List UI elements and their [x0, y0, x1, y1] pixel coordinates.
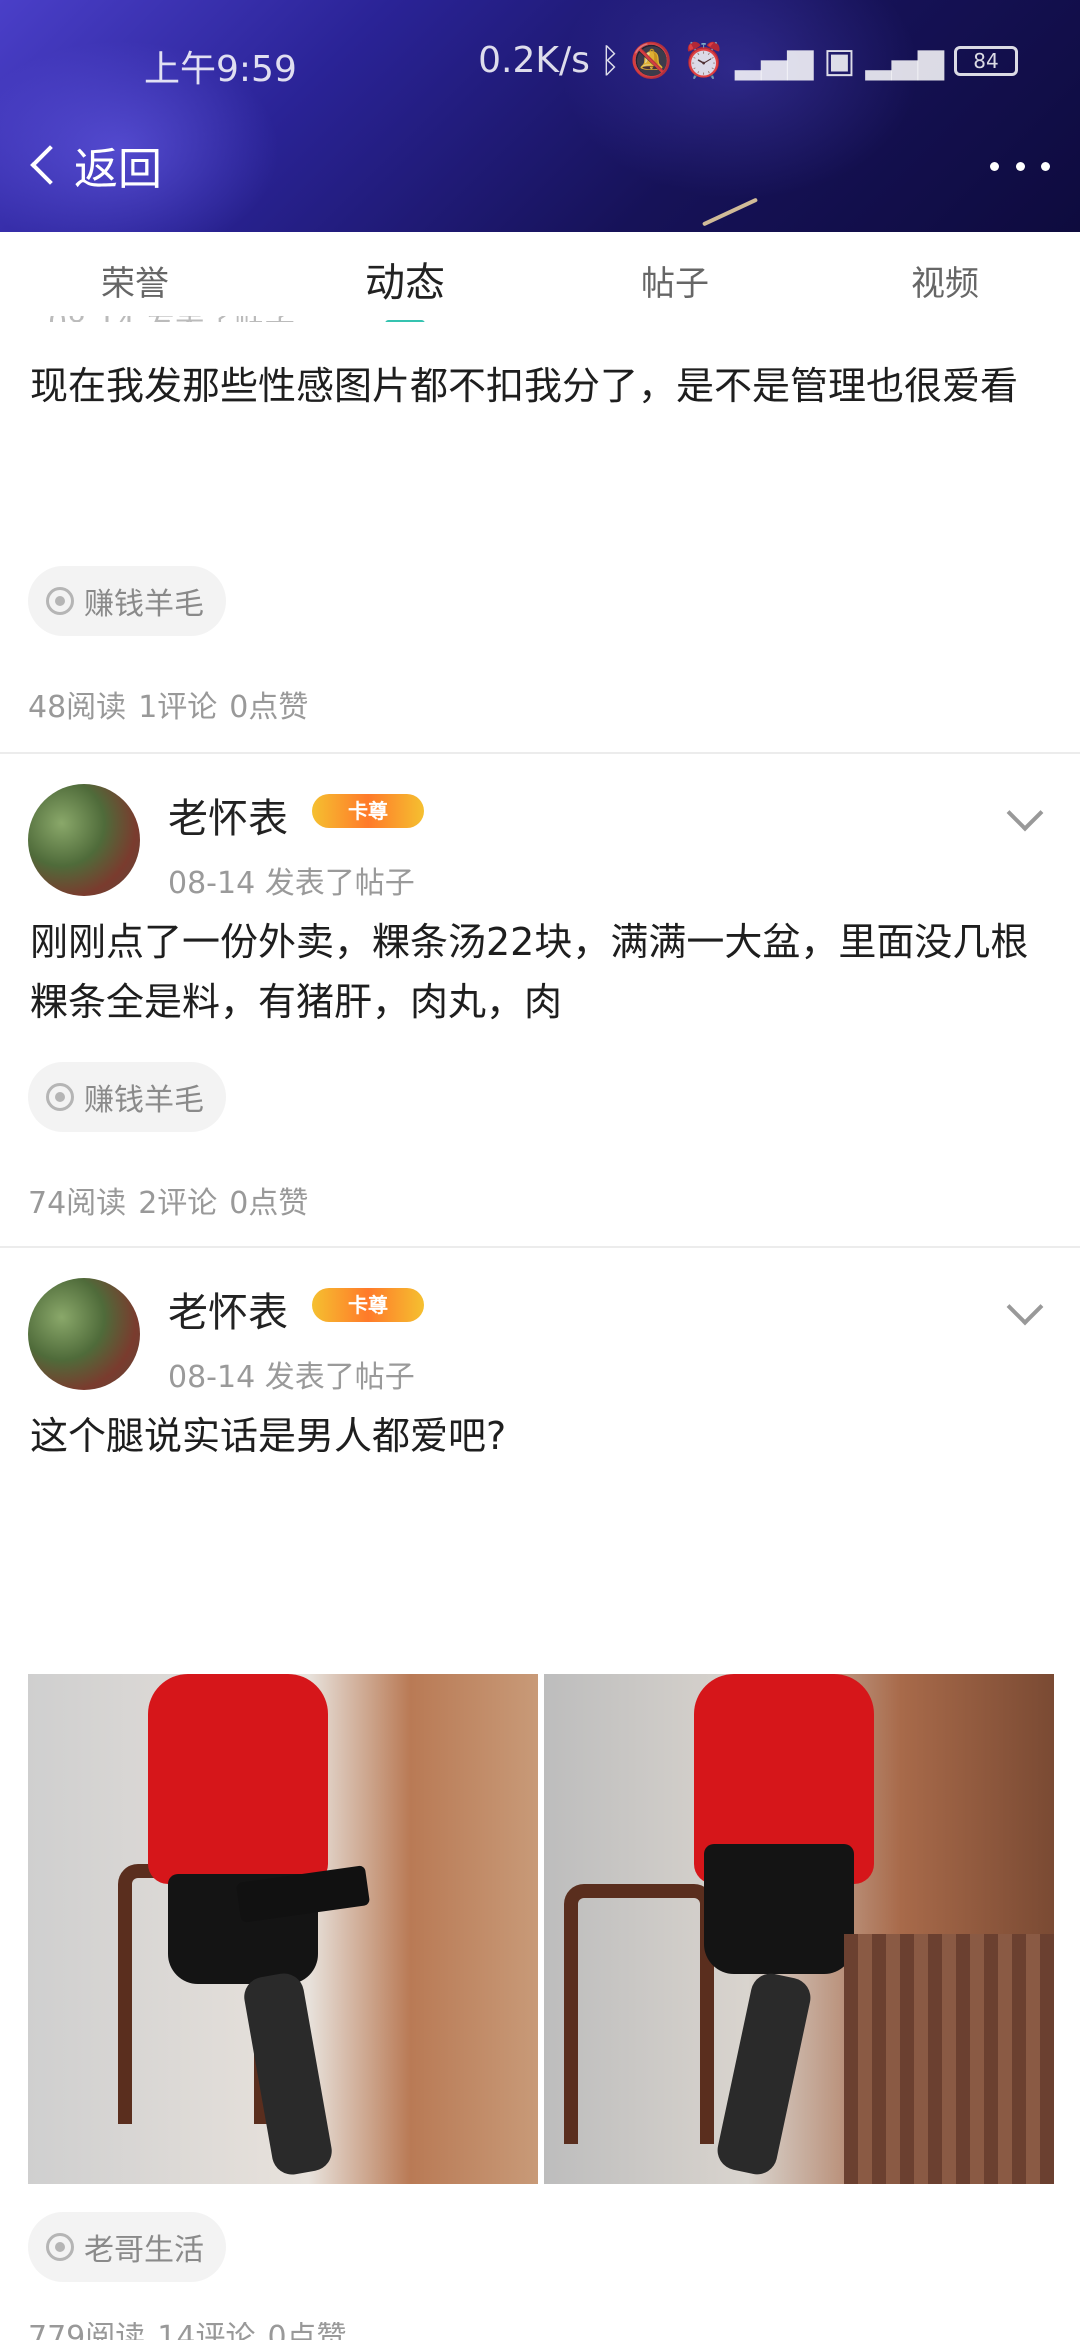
mask: [0, 322, 1080, 338]
divider: [0, 752, 1080, 754]
tag-label: 赚钱羊毛: [84, 1083, 204, 1118]
rank-badge: 卡尊: [312, 1288, 424, 1322]
tab-honor[interactable]: 荣誉: [0, 232, 270, 322]
nav-bar: 返回: [0, 130, 1080, 200]
back-button[interactable]: 返回: [26, 130, 162, 200]
tab-label: 荣誉: [101, 264, 169, 304]
post-text[interactable]: 刚刚点了一份外卖，粿条汤22块，满满一大盆，里面没几根粿条全是料，有猪肝，肉丸，…: [30, 912, 1060, 1032]
status-bar: 上午9:59 0.2K/s ᛒ 🔕 ⏰ ▂▄▆ ▣ ▂▄▆ 84: [0, 30, 1080, 100]
comment-count: 14评论: [157, 2322, 256, 2340]
chevron-down-icon[interactable]: [1006, 794, 1044, 832]
post-meta: 08-14 发表了帖子: [168, 1360, 415, 1395]
battery-level: 84: [973, 48, 999, 73]
more-dot-icon: [1041, 161, 1050, 171]
image-counter: [844, 1934, 1054, 2184]
post-meta: 08-14 发表了帖子: [168, 866, 415, 901]
tab-label: 动态: [365, 260, 445, 306]
read-count: 779阅读: [28, 2322, 146, 2340]
like-count: 0点赞: [267, 2322, 347, 2340]
post-tag[interactable]: 赚钱羊毛: [28, 566, 226, 636]
status-time: 上午9:59: [144, 49, 297, 90]
more-options-button[interactable]: [990, 146, 1050, 186]
chevron-left-icon: [30, 145, 70, 185]
read-count: 74阅读: [28, 1186, 127, 1221]
divider: [0, 1246, 1080, 1248]
tab-posts[interactable]: 帖子: [540, 232, 810, 322]
tab-activity[interactable]: 动态: [270, 232, 540, 327]
header-decoration: [701, 197, 759, 227]
post-image[interactable]: [544, 1674, 1054, 2184]
read-count: 48阅读: [28, 690, 127, 725]
post-tag[interactable]: 赚钱羊毛: [28, 1062, 226, 1132]
target-icon: [46, 2233, 74, 2261]
mute-icon: 🔕: [630, 40, 673, 81]
username[interactable]: 老怀表: [168, 1280, 288, 1338]
post-stats: 74阅读 2评论 0点赞: [28, 1178, 320, 1222]
status-icons: 0.2K/s ᛒ 🔕 ⏰ ▂▄▆ ▣ ▂▄▆ 84: [478, 40, 1018, 81]
signal-4g-icon: ▂▄▆: [734, 40, 814, 81]
comment-count: 1评论: [138, 690, 218, 725]
tab-label: 视频: [911, 264, 979, 304]
post-text[interactable]: 这个腿说实话是男人都爱吧?: [30, 1406, 1060, 1466]
like-count: 0点赞: [229, 1186, 309, 1221]
post-stats: 48阅读 1评论 0点赞: [28, 682, 320, 726]
image-figure: [704, 1844, 854, 1974]
tab-bar: 荣誉 动态 帖子 视频: [0, 232, 1080, 327]
image-chair: [564, 1884, 714, 2144]
back-label: 返回: [74, 144, 162, 195]
alarm-icon: ⏰: [682, 40, 725, 81]
target-icon: [46, 587, 74, 615]
battery-icon: 84: [954, 45, 1018, 76]
post-stats: 779阅读 14评论 0点赞: [28, 2322, 359, 2340]
target-icon: [46, 1083, 74, 1111]
tab-videos[interactable]: 视频: [810, 232, 1080, 322]
more-dot-icon: [990, 161, 999, 171]
network-speed: 0.2K/s: [478, 40, 590, 81]
post-tag[interactable]: 老哥生活: [28, 2212, 226, 2282]
tag-label: 赚钱羊毛: [84, 587, 204, 622]
avatar[interactable]: [28, 1278, 140, 1390]
rank-badge: 卡尊: [312, 794, 424, 828]
like-count: 0点赞: [229, 690, 309, 725]
comment-count: 2评论: [138, 1186, 218, 1221]
more-dot-icon: [1015, 161, 1025, 171]
signal-4g-icon: ▂▄▆: [865, 40, 944, 81]
hd-icon: ▣: [823, 40, 856, 81]
bluetooth-icon: ᛒ: [599, 40, 621, 81]
post-text[interactable]: 现在我发那些性感图片都不扣我分了，是不是管理也很爱看: [30, 356, 1060, 416]
header: 上午9:59 0.2K/s ᛒ 🔕 ⏰ ▂▄▆ ▣ ▂▄▆ 84 返回: [0, 0, 1080, 232]
avatar[interactable]: [28, 784, 140, 896]
chevron-down-icon[interactable]: [1006, 1288, 1044, 1326]
username[interactable]: 老怀表: [168, 786, 288, 844]
tab-label: 帖子: [641, 264, 709, 304]
image-figure: [148, 1674, 328, 1884]
post-image[interactable]: [28, 1674, 538, 2184]
tag-label: 老哥生活: [84, 2233, 204, 2268]
